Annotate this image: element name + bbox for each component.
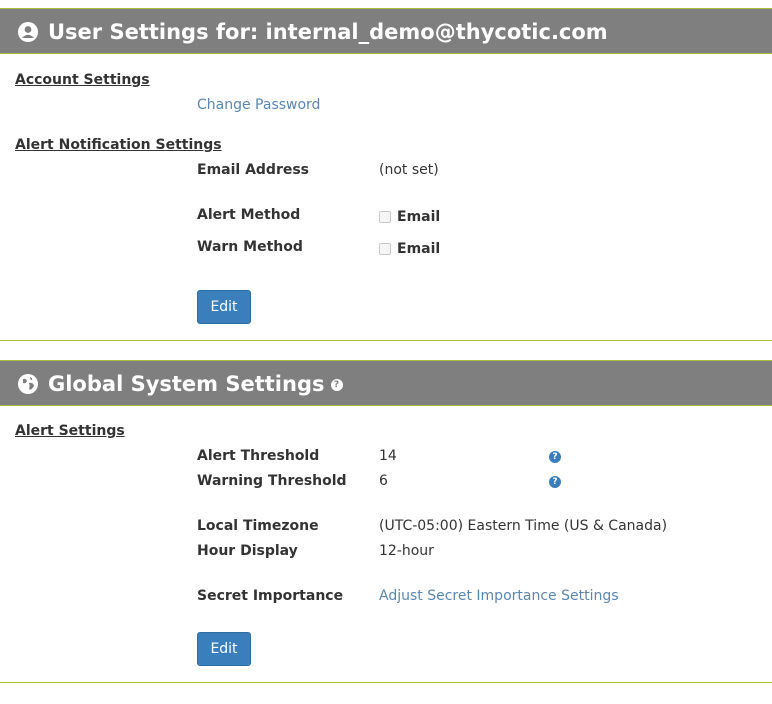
warn-method-label: Warn Method [197, 239, 303, 255]
alert-notification-heading: Alert Notification Settings [15, 137, 222, 153]
alert-threshold-help-icon[interactable]: ? [549, 451, 561, 463]
user-settings-edit-button[interactable]: Edit [197, 290, 251, 324]
global-settings-header: Global System Settings? [0, 360, 772, 406]
warn-method-email-checkbox[interactable] [379, 243, 391, 255]
warn-method-option: Email [379, 241, 440, 257]
email-address-value: (not set) [379, 162, 439, 178]
local-timezone-value: (UTC-05:00) Eastern Time (US & Canada) [379, 518, 668, 534]
warning-threshold-help-icon[interactable]: ? [549, 476, 561, 488]
warning-threshold-value: 6 [379, 473, 388, 489]
warn-method-email-label: Email [397, 241, 441, 257]
hour-display-value: 12-hour [379, 543, 434, 559]
user-settings-title: User Settings for: internal_demo@thycoti… [48, 20, 608, 44]
user-settings-header: User Settings for: internal_demo@thycoti… [0, 8, 772, 54]
hour-display-label: Hour Display [197, 543, 298, 559]
warning-threshold-label: Warning Threshold [197, 473, 347, 489]
globe-icon [18, 374, 38, 394]
change-password-link[interactable]: Change Password [197, 97, 320, 113]
alert-method-option: Email [379, 209, 440, 225]
email-address-label: Email Address [197, 162, 310, 178]
global-settings-edit-button[interactable]: Edit [197, 632, 251, 666]
global-settings-panel: Global System Settings? Alert Settings A… [0, 360, 772, 683]
global-settings-title-wrap: Global System Settings? [48, 361, 343, 407]
adjust-secret-importance-link[interactable]: Adjust Secret Importance Settings [379, 588, 619, 604]
account-settings-heading: Account Settings [15, 72, 150, 88]
help-icon[interactable]: ? [330, 379, 343, 391]
alert-method-email-checkbox[interactable] [379, 211, 391, 223]
local-timezone-label: Local Timezone [197, 518, 319, 534]
secret-importance-label: Secret Importance [197, 588, 344, 604]
user-icon [18, 22, 38, 42]
alert-threshold-value: 14 [379, 448, 397, 464]
global-settings-title: Global System Settings [48, 372, 325, 396]
alert-method-label: Alert Method [197, 207, 301, 223]
alert-method-email-label: Email [397, 209, 441, 225]
user-settings-panel: User Settings for: internal_demo@thycoti… [0, 0, 772, 341]
alert-settings-heading: Alert Settings [15, 423, 125, 439]
alert-threshold-label: Alert Threshold [197, 448, 320, 464]
